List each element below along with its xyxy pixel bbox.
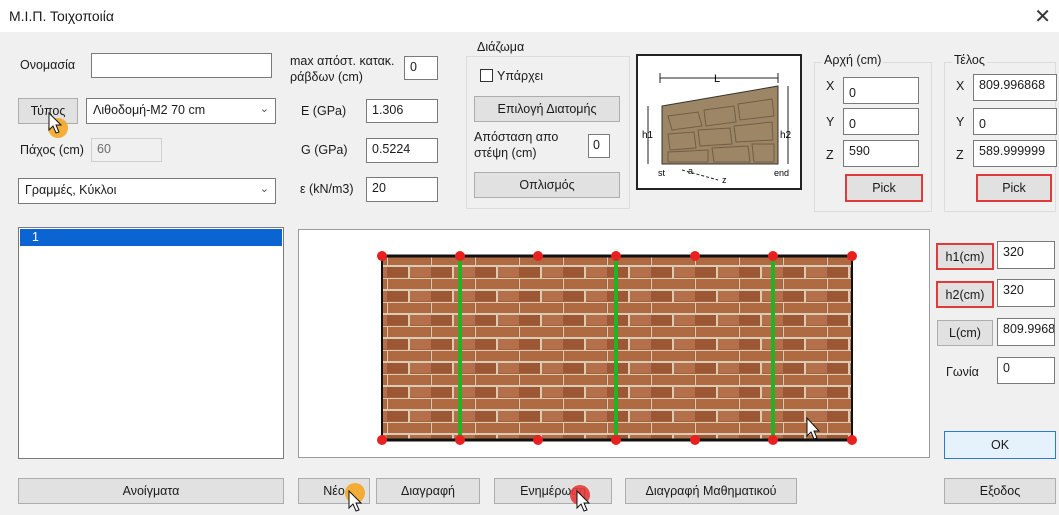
exit-button[interactable]: Εξοδος xyxy=(944,478,1056,504)
select-section-button[interactable]: Επιλογή Διατομής xyxy=(474,96,620,122)
end-pick-button[interactable]: Pick xyxy=(976,174,1052,202)
diagram-L-label: L xyxy=(714,73,720,85)
end-z-input[interactable]: 589.999999 xyxy=(973,140,1057,167)
delete-button[interactable]: Διαγραφή xyxy=(376,478,480,504)
E-input[interactable]: 1.306 xyxy=(366,99,438,123)
draw-mode-select[interactable]: Γραμμές, Κύκλοι ⌄ xyxy=(18,178,276,204)
reinforcement-button[interactable]: Οπλισμός xyxy=(474,172,620,198)
name-input[interactable] xyxy=(91,53,272,78)
diagram-st-label: st xyxy=(658,168,666,178)
end-x-label: X xyxy=(956,79,965,93)
angle-label: Γωνία xyxy=(946,365,979,379)
distance-input[interactable]: 0 xyxy=(588,134,610,158)
type-select-value: Λιθοδομή-Μ2 70 cm xyxy=(93,103,206,117)
start-z-input[interactable]: 590 xyxy=(843,140,919,167)
draw-mode-value: Γραμμές, Κύκλοι xyxy=(25,183,117,197)
start-y-label: Y xyxy=(826,115,835,129)
mouse-pointer-icon xyxy=(576,490,591,512)
exists-label: Υπάρχει xyxy=(497,69,544,83)
openings-button[interactable]: Ανοίγματα xyxy=(18,478,284,504)
thickness-label: Πάχος (cm) xyxy=(20,143,84,157)
wall-list[interactable]: 1 xyxy=(18,227,284,459)
list-item[interactable]: 1 xyxy=(20,229,282,246)
mouse-pointer-icon xyxy=(348,490,363,512)
start-x-label: X xyxy=(826,79,835,93)
max-spacing-label: max απόστ. κατακ. xyxy=(290,54,395,68)
h2-button[interactable]: h2(cm) xyxy=(936,281,994,308)
chevron-down-icon: ⌄ xyxy=(259,103,269,115)
h2-input[interactable]: 320 xyxy=(997,279,1055,307)
start-y-input[interactable]: 0 xyxy=(843,108,919,135)
start-z-label: Z xyxy=(826,148,834,162)
window-title: Μ.Ι.Π. Τοιχοποιία xyxy=(9,8,114,24)
start-pick-button[interactable]: Pick xyxy=(845,174,923,202)
thickness-field: 60 xyxy=(91,138,162,162)
name-label: Ονομασία xyxy=(20,58,76,72)
start-group-label: Αρχή (cm) xyxy=(822,53,884,67)
distance-label: Απόσταση απο xyxy=(474,130,559,144)
wall-canvas-svg xyxy=(377,251,857,445)
G-label: G (GPa) xyxy=(301,143,348,157)
L-button[interactable]: L(cm) xyxy=(937,320,993,346)
ok-button[interactable]: OK xyxy=(944,431,1056,459)
update-button[interactable]: Ενημέρωση xyxy=(494,478,612,504)
delete-math-button[interactable]: Διαγραφή Μαθηματικού xyxy=(625,478,797,504)
start-x-input[interactable]: 0 xyxy=(843,77,919,104)
eps-input[interactable]: 20 xyxy=(366,177,438,202)
diaphragm-group-label: Διάζωμα xyxy=(475,40,527,54)
chevron-down-icon: ⌄ xyxy=(259,183,269,195)
diagram-h2-label: h2 xyxy=(780,130,792,141)
eps-label: ε (kN/m3) xyxy=(300,182,354,196)
angle-input[interactable]: 0 xyxy=(997,357,1055,384)
E-label: E (GPa) xyxy=(301,104,347,118)
diagram-h1-label: h1 xyxy=(642,130,654,141)
mouse-pointer-icon xyxy=(48,112,63,134)
exists-checkbox[interactable] xyxy=(480,69,493,82)
G-input[interactable]: 0.5224 xyxy=(366,138,438,163)
end-x-input[interactable]: 809.996868 xyxy=(973,74,1057,101)
end-z-label: Z xyxy=(956,148,964,162)
end-group-label: Τέλος xyxy=(952,53,987,67)
title-bar: Μ.Ι.Π. Τοιχοποιία ✕ xyxy=(0,0,1059,32)
distance-label-2: στέψη (cm) xyxy=(474,146,537,160)
end-y-label: Y xyxy=(956,115,965,129)
h1-input[interactable]: 320 xyxy=(997,241,1055,269)
diagram-z-label: z xyxy=(722,175,727,185)
diagram-end-label: end xyxy=(774,168,789,178)
max-spacing-input[interactable]: 0 xyxy=(404,56,438,80)
dialog-window: Μ.Ι.Π. Τοιχοποιία ✕ Ονομασία Τύπος Λιθοδ… xyxy=(0,0,1059,515)
diagram-a-label: a xyxy=(688,166,693,176)
end-y-input[interactable]: 0 xyxy=(973,108,1057,135)
wall-diagram: L h1 h2 st a z end xyxy=(636,54,802,190)
wall-diagram-svg: L h1 h2 st a z end xyxy=(642,73,792,185)
L-input[interactable]: 809.9968 xyxy=(997,318,1055,346)
close-icon[interactable]: ✕ xyxy=(1034,4,1051,29)
h1-button[interactable]: h1(cm) xyxy=(936,243,994,270)
wall-canvas[interactable] xyxy=(298,229,930,458)
type-select[interactable]: Λιθοδομή-Μ2 70 cm ⌄ xyxy=(86,98,276,124)
max-spacing-label-2: ράβδων (cm) xyxy=(290,70,363,84)
